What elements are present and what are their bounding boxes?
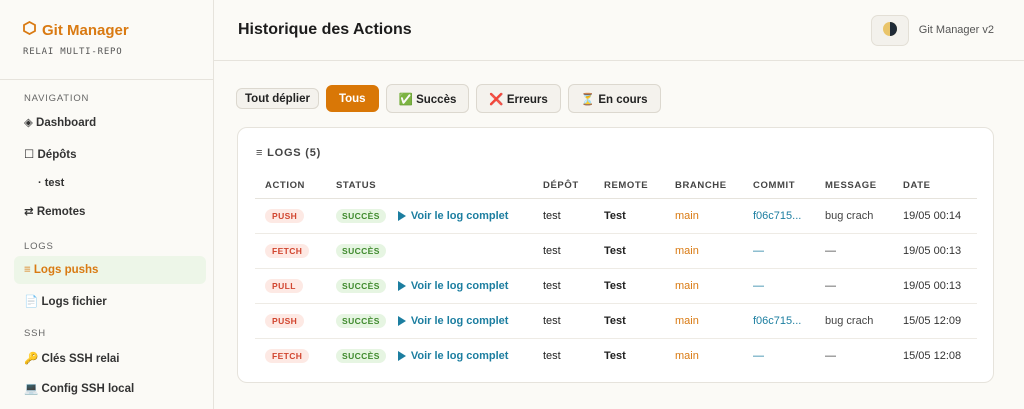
action-badge: FETCH bbox=[265, 348, 310, 363]
status-badge: SUCCÈS bbox=[336, 278, 386, 293]
commit-cell: — bbox=[743, 233, 815, 269]
column-header: COMMIT bbox=[743, 174, 815, 199]
remote-cell: Test bbox=[594, 268, 665, 304]
table-header-row: ACTION STATUS DÉPÔT REMOTE BRANCHE COMMI… bbox=[255, 174, 977, 199]
branch-cell: main bbox=[675, 349, 699, 362]
hexagon-icon bbox=[23, 20, 36, 39]
status-badge: SUCCÈS bbox=[336, 348, 386, 363]
view-log-link[interactable]: Voir le log complet bbox=[397, 314, 509, 327]
remote-cell: Test bbox=[594, 303, 665, 339]
table-row[interactable]: PULL SUCCÈS Voir le log complet test Test… bbox=[255, 268, 977, 304]
section-label-logs: LOGS bbox=[24, 241, 54, 252]
view-log-label: Voir le log complet bbox=[410, 209, 509, 222]
table-row[interactable]: FETCH SUCCÈS test Test main — — 19/05 00… bbox=[255, 233, 977, 269]
sidebar-item-remotes[interactable]: ⇄ Remotes bbox=[14, 197, 206, 225]
filter-success-button[interactable]: ✅ Succès bbox=[385, 84, 470, 113]
message-cell: — bbox=[815, 233, 893, 269]
sidebar-item-logs-pushs[interactable]: ≡ Logs pushs bbox=[14, 256, 206, 284]
depot-cell: test bbox=[533, 198, 594, 234]
branch-cell: main bbox=[665, 198, 743, 234]
filter-bar: Tout déplier Tous ✅ Succès ❌ Erreurs ⏳ E… bbox=[236, 84, 661, 113]
sidebar-item-depots[interactable]: ☐ Dépôts bbox=[14, 140, 206, 168]
view-log-label: Voir le log complet bbox=[410, 349, 509, 362]
logs-table: ACTION STATUS DÉPÔT REMOTE BRANCHE COMMI… bbox=[255, 174, 977, 373]
sidebar-item-dashboard[interactable]: ◈ Dashboard bbox=[14, 108, 206, 136]
date-cell: 19/05 00:13 bbox=[893, 268, 977, 304]
play-icon bbox=[397, 350, 406, 361]
play-icon bbox=[397, 315, 406, 326]
theme-toggle-button[interactable] bbox=[870, 14, 909, 46]
branch-cell: main bbox=[665, 303, 743, 339]
filter-errors-button[interactable]: ❌ Erreurs bbox=[476, 84, 561, 113]
section-label-navigation: NAVIGATION bbox=[24, 93, 90, 104]
brand-title: Git Manager bbox=[23, 20, 213, 39]
depot-cell: test bbox=[543, 349, 561, 362]
expand-all-button[interactable]: Tout déplier bbox=[236, 88, 319, 109]
depot-cell: test bbox=[533, 268, 594, 304]
sidebar-item-logs-fichier[interactable]: 📄 Logs fichier bbox=[14, 287, 206, 315]
action-badge: FETCH bbox=[265, 243, 310, 258]
view-log-label: Voir le log complet bbox=[410, 279, 509, 292]
view-log-label: Voir le log complet bbox=[410, 314, 509, 327]
play-icon bbox=[397, 210, 406, 221]
sidebar-item-cles-ssh[interactable]: 🔑 Clés SSH relai bbox=[14, 344, 206, 372]
view-log-link[interactable]: Voir le log complet bbox=[397, 349, 509, 362]
section-label-ssh: SSH bbox=[24, 328, 46, 339]
remote-cell: Test bbox=[604, 349, 626, 362]
action-badge: PULL bbox=[265, 278, 303, 293]
filter-all-button[interactable]: Tous bbox=[325, 85, 379, 112]
table-row[interactable]: PUSH SUCCÈS Voir le log complet test Test… bbox=[255, 198, 977, 234]
column-header: MESSAGE bbox=[815, 174, 893, 199]
topbar-right: Git Manager v2 bbox=[870, 14, 994, 46]
column-header: DATE bbox=[893, 174, 977, 199]
status-badge: SUCCÈS bbox=[336, 243, 386, 258]
remote-cell: Test bbox=[594, 198, 665, 234]
status-badge: SUCCÈS bbox=[336, 313, 386, 328]
date-cell: 15/05 12:08 bbox=[903, 349, 962, 362]
message-cell: bug crach bbox=[815, 198, 893, 234]
branch-cell: main bbox=[665, 233, 743, 269]
message-cell: — bbox=[825, 349, 836, 362]
status-badge: SUCCÈS bbox=[336, 208, 386, 223]
commit-cell[interactable]: f06c715... bbox=[743, 303, 815, 339]
column-header: BRANCHE bbox=[665, 174, 743, 199]
column-header: REMOTE bbox=[594, 174, 665, 199]
message-cell: bug crach bbox=[815, 303, 893, 339]
topbar: Historique des Actions Git Manager v2 bbox=[214, 0, 1024, 61]
depot-cell: test bbox=[533, 233, 594, 269]
column-header: DÉPÔT bbox=[533, 174, 594, 199]
depot-cell: test bbox=[533, 303, 594, 339]
action-badge: PUSH bbox=[265, 208, 305, 223]
logs-title: ≡ LOGS (5) bbox=[256, 147, 322, 159]
logs-card: ≡ LOGS (5) ACTION STATUS DÉPÔT REMOTE BR… bbox=[237, 127, 994, 383]
brand: Git Manager RELAI MULTI-REPO bbox=[0, 0, 213, 80]
sidebar-item-config-ssh[interactable]: 💻 Config SSH local bbox=[14, 374, 206, 402]
branch-cell: main bbox=[665, 268, 743, 304]
commit-cell[interactable]: f06c715... bbox=[743, 198, 815, 234]
remote-cell: Test bbox=[594, 233, 665, 269]
message-cell: — bbox=[815, 268, 893, 304]
page-title: Historique des Actions bbox=[238, 21, 412, 38]
view-log-link[interactable]: Voir le log complet bbox=[397, 279, 509, 292]
date-cell: 15/05 12:09 bbox=[893, 303, 977, 339]
table-row[interactable]: FETCH SUCCÈS Voir le log complet test Tes… bbox=[255, 338, 977, 373]
version-label: Git Manager v2 bbox=[918, 24, 994, 36]
commit-cell: — bbox=[753, 349, 764, 362]
filter-in-progress-button[interactable]: ⏳ En cours bbox=[567, 84, 661, 113]
action-badge: PUSH bbox=[265, 313, 305, 328]
half-moon-icon bbox=[882, 21, 898, 40]
view-log-link[interactable]: Voir le log complet bbox=[397, 209, 509, 222]
date-cell: 19/05 00:13 bbox=[893, 233, 977, 269]
column-header: ACTION bbox=[255, 174, 326, 199]
table-row[interactable]: PUSH SUCCÈS Voir le log complet test Test… bbox=[255, 303, 977, 339]
sidebar-item-test[interactable]: · test bbox=[14, 169, 206, 197]
brand-title-text: Git Manager bbox=[42, 21, 129, 39]
play-icon bbox=[397, 280, 406, 291]
column-header: STATUS bbox=[326, 174, 533, 199]
main-content: Historique des Actions Git Manager v2 To… bbox=[214, 0, 1024, 409]
sidebar: Git Manager RELAI MULTI-REPO NAVIGATION … bbox=[0, 0, 214, 409]
commit-cell: — bbox=[743, 268, 815, 304]
brand-subtitle: RELAI MULTI-REPO bbox=[23, 47, 123, 57]
date-cell: 19/05 00:14 bbox=[893, 198, 977, 234]
